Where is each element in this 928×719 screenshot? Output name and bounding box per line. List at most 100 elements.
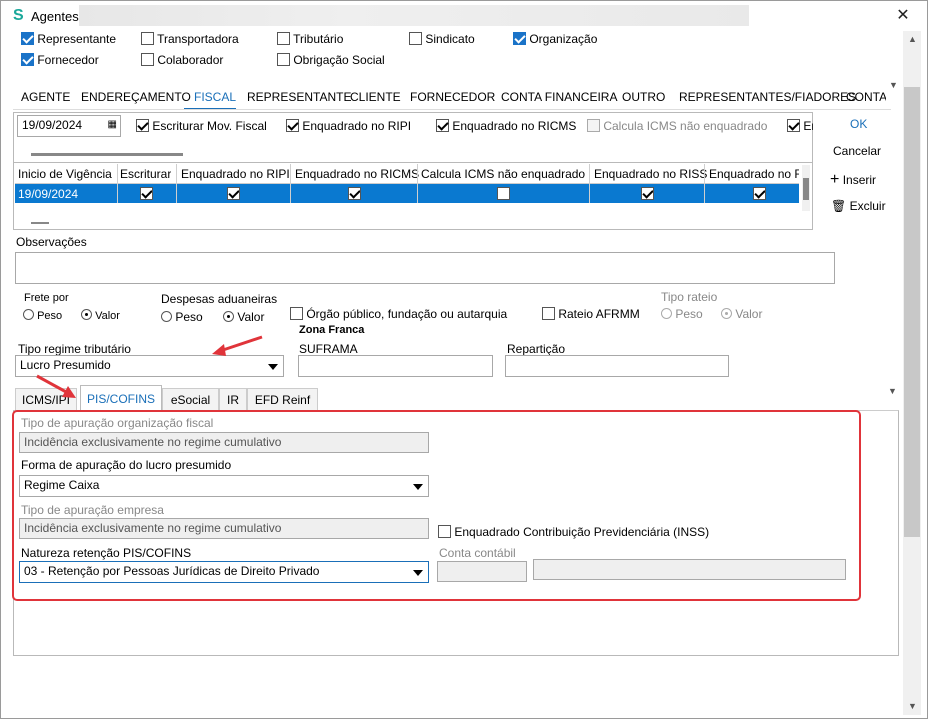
despesas-peso[interactable]: Peso: [161, 310, 203, 324]
checkbox-icon[interactable]: [136, 119, 149, 132]
frete-peso[interactable]: Peso: [23, 309, 62, 322]
zona-franca-heading: Zona Franca: [299, 324, 365, 336]
rateio-valor[interactable]: Valor: [721, 307, 762, 321]
checkbox-icon[interactable]: [286, 119, 299, 132]
col-riss[interactable]: Enquadrado no RISS: [594, 167, 707, 181]
col-calcula[interactable]: Calcula ICMS não enquadrado: [421, 167, 585, 181]
radio-icon[interactable]: [661, 308, 672, 319]
check-organizacao[interactable]: Organização: [513, 32, 597, 46]
check-representante[interactable]: Representante: [21, 32, 116, 46]
tab-contato[interactable]: CONTAT: [846, 90, 886, 104]
check-en[interactable]: En: [787, 119, 813, 133]
subtab-esocial[interactable]: eSocial: [162, 388, 219, 411]
reparticao-input[interactable]: [505, 355, 729, 377]
radio-label: Peso: [37, 310, 63, 322]
check-obrigacao-social[interactable]: Obrigação Social: [277, 53, 385, 67]
check-ricms[interactable]: Enquadrado no RICMS: [436, 119, 576, 133]
frete-valor[interactable]: Valor: [81, 309, 120, 322]
row-check-riss[interactable]: [641, 187, 654, 200]
subtab-pis-cofins[interactable]: PIS/COFINS: [80, 385, 162, 411]
check-label: Transportadora: [157, 32, 239, 46]
checkbox-icon[interactable]: [277, 32, 290, 45]
calendar-icon[interactable]: ▦: [108, 119, 117, 130]
row-check-escriturar[interactable]: [140, 187, 153, 200]
tabs-dropdown-icon[interactable]: ▼: [889, 80, 898, 90]
col-inicio[interactable]: Inicio de Vigência: [18, 167, 112, 181]
row-check-ripi[interactable]: [227, 187, 240, 200]
col-ricms[interactable]: Enquadrado no RICMS: [295, 167, 419, 181]
tab-cliente[interactable]: CLIENTE: [350, 90, 401, 104]
tipo-rateio-label: Tipo rateio: [661, 290, 718, 304]
check-calcula-icms[interactable]: Calcula ICMS não enquadrado: [587, 119, 767, 133]
checkbox-icon[interactable]: [21, 32, 34, 45]
cancel-button[interactable]: Cancelar: [833, 144, 881, 158]
check-label: Sindicato: [425, 32, 475, 46]
tab-fiscal[interactable]: FISCAL: [194, 90, 236, 104]
window-vscroll-thumb[interactable]: [904, 87, 920, 537]
radio-label: Peso: [675, 307, 703, 321]
check-sindicato[interactable]: Sindicato: [409, 32, 475, 46]
hscroll-thumb[interactable]: [31, 153, 183, 156]
checkbox-icon[interactable]: [141, 32, 154, 45]
check-orgao-publico[interactable]: Órgão público, fundação ou autarquia: [290, 307, 507, 321]
checkbox-icon[interactable]: [436, 119, 449, 132]
col-ripi[interactable]: Enquadrado no RIPI: [181, 167, 290, 181]
checkbox-icon[interactable]: [542, 307, 555, 320]
check-label: Rateio AFRMM: [558, 307, 640, 321]
check-transportadora[interactable]: Transportadora: [141, 32, 239, 46]
tab-agente[interactable]: AGENTE: [21, 90, 70, 104]
tab-enderecamento[interactable]: ENDEREÇAMENTO: [81, 90, 191, 104]
grid-col-divider: [704, 164, 705, 203]
check-escriturar-mov[interactable]: Escriturar Mov. Fiscal: [136, 119, 267, 133]
highlight-box: [12, 410, 861, 601]
grid-hscroll-thumb[interactable]: [31, 222, 49, 224]
tab-representante[interactable]: REPRESENTANTE: [247, 90, 351, 104]
checkbox-icon[interactable]: [787, 119, 800, 132]
checkbox-icon[interactable]: [587, 119, 600, 132]
check-rateio-afrmm[interactable]: Rateio AFRMM: [542, 307, 640, 321]
rateio-peso[interactable]: Peso: [661, 307, 703, 321]
grid-row[interactable]: 19/09/2024: [15, 184, 799, 203]
tab-representantes-fiadores[interactable]: REPRESENTANTES/FIADORES: [679, 90, 856, 104]
tab-fornecedor[interactable]: FORNECEDOR: [410, 90, 495, 104]
subtabs-dropdown-icon[interactable]: ▼: [888, 386, 897, 396]
obs-input[interactable]: [15, 252, 835, 284]
grid-vscroll-thumb[interactable]: [803, 178, 809, 200]
scroll-down-icon[interactable]: ▼: [908, 701, 917, 711]
ok-button[interactable]: OK: [850, 117, 867, 131]
radio-icon[interactable]: [223, 311, 234, 322]
radio-icon[interactable]: [23, 309, 34, 320]
checkbox-icon[interactable]: [513, 32, 526, 45]
row-check-r[interactable]: [753, 187, 766, 200]
col-escriturar[interactable]: Escriturar: [120, 167, 171, 181]
check-tributario[interactable]: Tributário: [277, 32, 343, 46]
tab-conta-financeira[interactable]: CONTA FINANCEIRA: [501, 90, 617, 104]
tabs-divider: [13, 109, 891, 110]
plus-icon: +: [830, 171, 840, 188]
scroll-up-icon[interactable]: ▲: [908, 34, 917, 44]
radio-icon[interactable]: [161, 311, 172, 322]
delete-button[interactable]: 🗑 Excluir: [831, 199, 886, 213]
checkbox-icon[interactable]: [21, 53, 34, 66]
despesas-valor[interactable]: Valor: [223, 310, 264, 324]
checkbox-icon[interactable]: [290, 307, 303, 320]
checkbox-icon[interactable]: [277, 53, 290, 66]
col-r[interactable]: Enquadrado no R: [709, 167, 799, 181]
tab-outro[interactable]: OUTRO: [622, 90, 665, 104]
check-fornecedor[interactable]: Fornecedor: [21, 53, 99, 67]
row-check-calcula[interactable]: [497, 187, 510, 200]
row-check-ricms[interactable]: [348, 187, 361, 200]
suframa-input[interactable]: [298, 355, 493, 377]
subtab-ir[interactable]: IR: [219, 388, 247, 411]
close-icon[interactable]: ✕: [886, 5, 920, 27]
subtab-efd-reinf[interactable]: EFD Reinf: [247, 388, 318, 411]
radio-icon[interactable]: [81, 309, 92, 320]
check-ripi[interactable]: Enquadrado no RIPI: [286, 119, 411, 133]
radio-icon[interactable]: [721, 308, 732, 319]
checkbox-icon[interactable]: [141, 53, 154, 66]
check-colaborador[interactable]: Colaborador: [141, 53, 223, 67]
date-input[interactable]: 19/09/2024 ▦: [17, 115, 121, 137]
grid-col-divider: [290, 164, 291, 203]
checkbox-icon[interactable]: [409, 32, 422, 45]
insert-button[interactable]: + Inserir: [830, 171, 876, 189]
